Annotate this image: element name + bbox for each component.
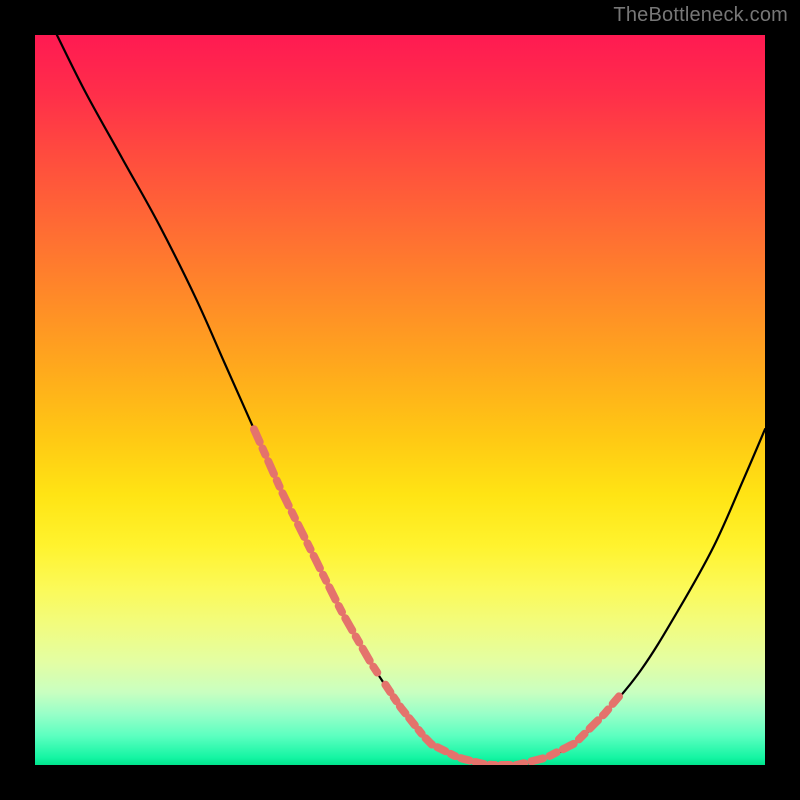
highlight-segments [254,429,619,765]
highlight-segment [254,429,378,674]
chart-frame: TheBottleneck.com [0,0,800,800]
curve-layer [35,35,765,765]
highlight-segment [531,696,619,761]
watermark-label: TheBottleneck.com [613,4,788,27]
highlight-segment [385,685,524,765]
plot-area [35,35,765,765]
bottleneck-curve [57,35,765,765]
